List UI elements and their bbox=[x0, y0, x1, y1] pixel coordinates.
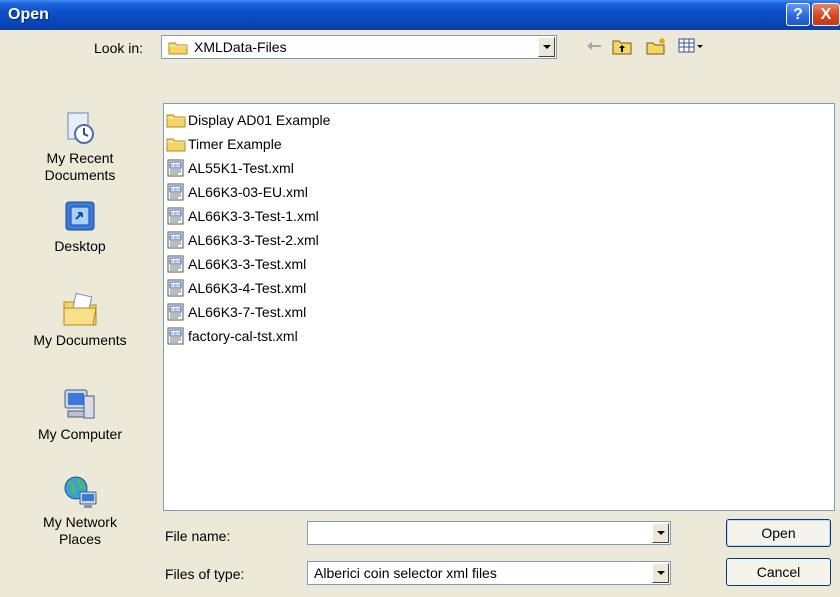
place-my-network-places[interactable]: My Network Places bbox=[5, 474, 155, 548]
new-folder-icon[interactable] bbox=[646, 37, 668, 58]
xml-file-icon: <e> bbox=[167, 183, 184, 201]
desktop-icon bbox=[65, 201, 95, 231]
file-type-select[interactable]: Alberici coin selector xml files bbox=[307, 561, 671, 585]
back-arrow-icon[interactable] bbox=[585, 37, 603, 58]
place-my-documents[interactable]: My Documents bbox=[5, 292, 155, 349]
list-item[interactable]: <e> AL66K3-4-Test.xml bbox=[166, 277, 306, 299]
svg-text:<e>: <e> bbox=[170, 283, 181, 289]
file-name: AL66K3-4-Test.xml bbox=[188, 280, 307, 296]
place-my-recent-documents[interactable]: My Recent Documents bbox=[5, 110, 155, 184]
my-documents-icon bbox=[63, 292, 97, 326]
place-label: My Documents bbox=[33, 332, 127, 348]
help-button[interactable]: ? bbox=[786, 3, 810, 26]
place-desktop[interactable]: Desktop bbox=[5, 198, 155, 255]
my-network-places-icon bbox=[64, 476, 97, 508]
xml-file-icon: <e> bbox=[167, 159, 184, 177]
list-item[interactable]: Display AD01 Example bbox=[166, 109, 330, 131]
xml-file-icon: <e> bbox=[167, 279, 184, 297]
look-in-dropdown[interactable]: XMLData-Files bbox=[161, 35, 557, 59]
folder-icon bbox=[166, 138, 186, 152]
file-name-label: File name: bbox=[165, 528, 231, 544]
svg-text:<e>: <e> bbox=[170, 307, 181, 313]
file-name-input[interactable] bbox=[310, 524, 644, 542]
list-item[interactable]: <e> AL66K3-3-Test-2.xml bbox=[166, 229, 319, 251]
places-bar: My Recent Documents Desktop My Documents… bbox=[5, 66, 155, 586]
up-folder-icon[interactable] bbox=[612, 37, 632, 58]
list-item[interactable]: <e> factory-cal-tst.xml bbox=[166, 325, 298, 347]
list-item[interactable]: Timer Example bbox=[166, 133, 282, 155]
svg-text:<e>: <e> bbox=[170, 187, 181, 193]
xml-file-icon: <e> bbox=[167, 327, 184, 345]
place-label: My Computer bbox=[37, 426, 123, 442]
svg-text:<e>: <e> bbox=[170, 331, 181, 337]
file-name: AL66K3-03-EU.xml bbox=[188, 184, 308, 200]
list-item[interactable]: <e> AL55K1-Test.xml bbox=[166, 157, 294, 179]
place-my-computer[interactable]: My Computer bbox=[5, 386, 155, 443]
xml-file-icon: <e> bbox=[167, 207, 184, 225]
file-type-dropdown-button[interactable] bbox=[652, 563, 669, 583]
file-list[interactable]: Display AD01 Example Timer Example <e> A… bbox=[163, 103, 835, 511]
file-name: AL55K1-Test.xml bbox=[188, 160, 294, 176]
list-item[interactable]: <e> AL66K3-3-Test.xml bbox=[166, 253, 306, 275]
file-name: AL66K3-3-Test.xml bbox=[188, 256, 307, 272]
xml-file-icon: <e> bbox=[167, 255, 184, 273]
file-name: Timer Example bbox=[188, 136, 282, 152]
look-in-label: Look in: bbox=[94, 40, 144, 56]
file-name: Display AD01 Example bbox=[188, 112, 331, 128]
folder-icon bbox=[168, 40, 188, 58]
close-button[interactable]: X bbox=[812, 3, 840, 26]
list-item[interactable]: <e> AL66K3-3-Test-1.xml bbox=[166, 205, 319, 227]
file-name: factory-cal-tst.xml bbox=[188, 328, 298, 344]
svg-text:<e>: <e> bbox=[170, 211, 181, 217]
place-label: Desktop bbox=[54, 238, 106, 254]
place-label: My Recent Documents bbox=[44, 150, 116, 183]
folder-icon bbox=[166, 114, 186, 128]
file-name: AL66K3-3-Test-1.xml bbox=[188, 208, 319, 224]
file-name: AL66K3-3-Test-2.xml bbox=[188, 232, 319, 248]
my-computer-icon bbox=[64, 389, 95, 419]
file-name-dropdown-button[interactable] bbox=[652, 523, 669, 543]
recent-documents-icon bbox=[67, 112, 94, 144]
view-menu-icon[interactable] bbox=[678, 37, 704, 58]
file-name-combo[interactable] bbox=[307, 521, 671, 545]
place-label: My Network Places bbox=[43, 514, 117, 547]
title-bar[interactable]: Open ? X bbox=[0, 0, 840, 30]
svg-text:<e>: <e> bbox=[170, 259, 181, 265]
look-in-value: XMLData-Files bbox=[194, 39, 287, 55]
svg-text:<e>: <e> bbox=[170, 163, 181, 169]
list-item[interactable]: <e> AL66K3-7-Test.xml bbox=[166, 301, 306, 323]
file-name: AL66K3-7-Test.xml bbox=[188, 304, 307, 320]
list-item[interactable]: <e> AL66K3-03-EU.xml bbox=[166, 181, 308, 203]
file-type-value: Alberici coin selector xml files bbox=[314, 565, 497, 581]
open-button[interactable]: Open bbox=[726, 519, 831, 547]
file-type-label: Files of type: bbox=[165, 566, 245, 582]
xml-file-icon: <e> bbox=[167, 303, 184, 321]
cancel-button[interactable]: Cancel bbox=[726, 558, 831, 586]
svg-text:<e>: <e> bbox=[170, 235, 181, 241]
xml-file-icon: <e> bbox=[167, 231, 184, 249]
look-in-dropdown-button[interactable] bbox=[538, 37, 555, 57]
window-title: Open bbox=[8, 6, 49, 23]
